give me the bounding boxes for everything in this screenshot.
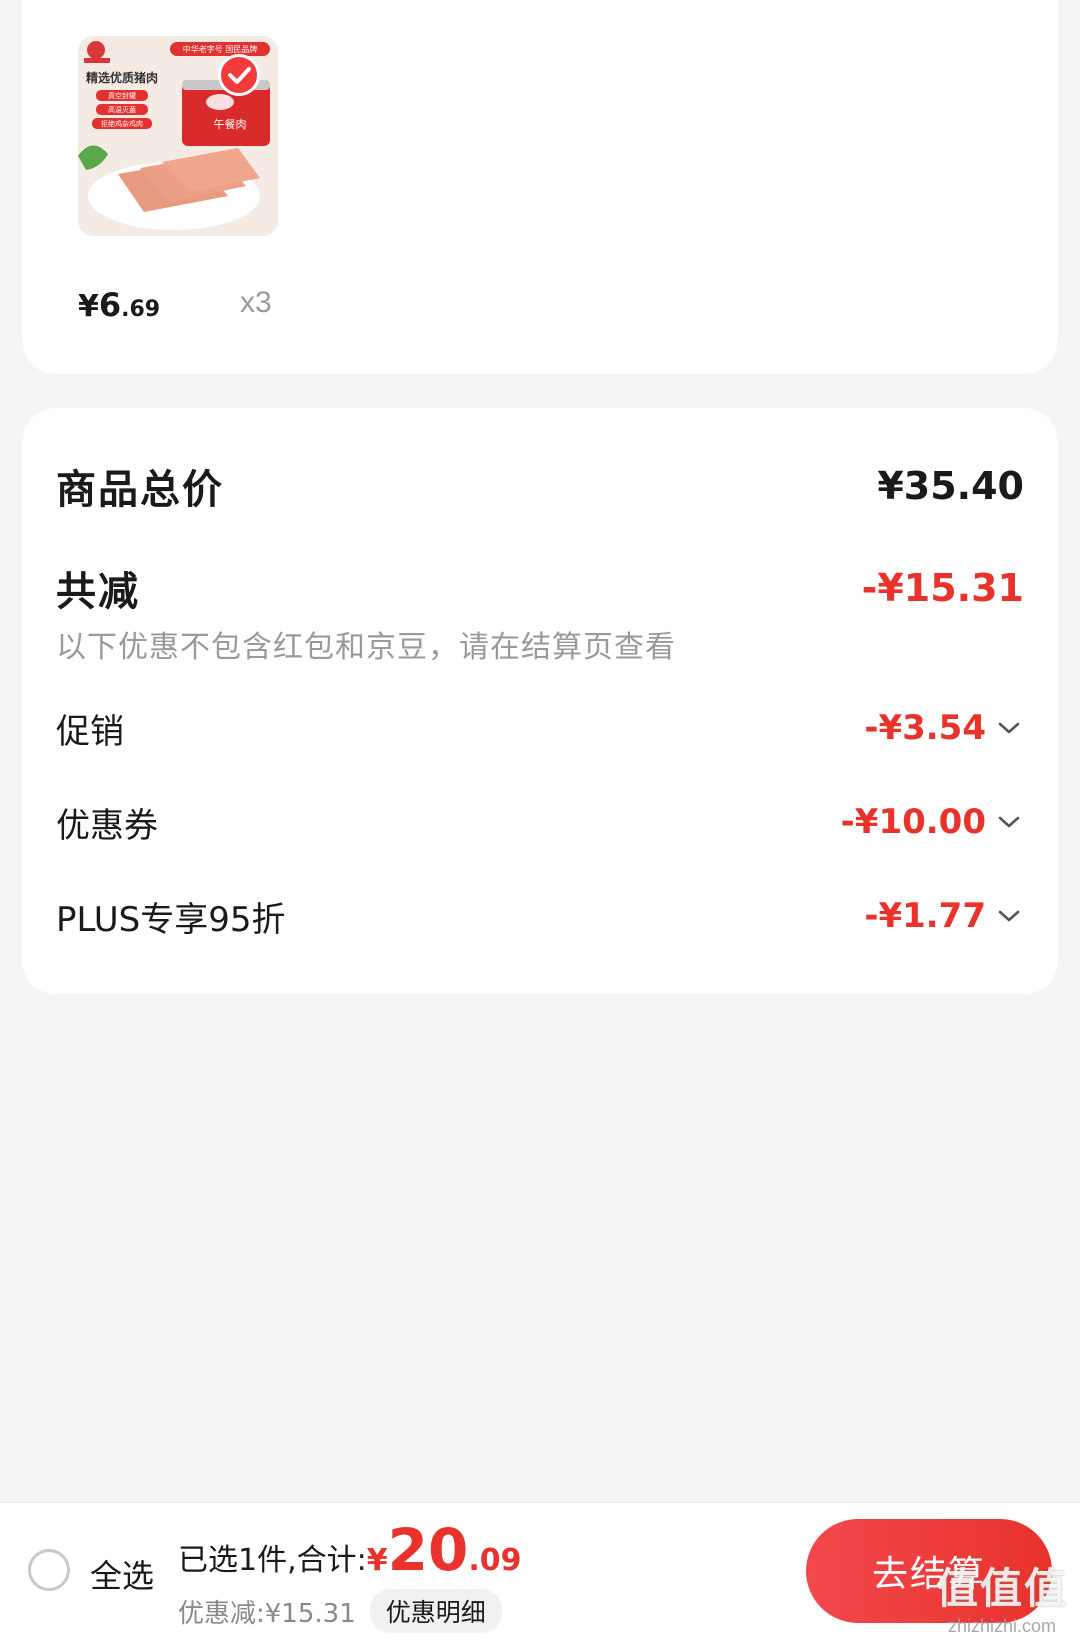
product-quantity[interactable]: x3 bbox=[240, 286, 272, 320]
discount-amount-plus: -¥1.77 bbox=[864, 896, 986, 936]
select-all-label[interactable]: 全选 bbox=[90, 1551, 154, 1597]
checkout-bar: 全选 已选1件,合计: ¥20.09 优惠减:¥15.31 优惠明细 去结算 值值… bbox=[0, 1502, 1080, 1645]
selected-count-text: 已选1件,合计: bbox=[178, 1543, 367, 1578]
discount-label-plus: PLUS专享95折 bbox=[56, 899, 286, 940]
selected-check-badge[interactable] bbox=[218, 54, 260, 96]
total-reduce-amount: -¥15.31 bbox=[861, 566, 1024, 610]
image-tag-1: 真空封罐 bbox=[108, 91, 136, 100]
discount-row-promotion[interactable]: 促销 -¥3.54 bbox=[56, 700, 1024, 756]
product-image[interactable]: 中华老字号 国民品牌 精选优质猪肉 真空封罐 高温灭菌 拒绝鸡杂鸡肉 午餐肉 bbox=[78, 36, 278, 236]
image-tag-3: 拒绝鸡杂鸡肉 bbox=[101, 119, 143, 128]
selected-total-summary: 已选1件,合计: ¥20.09 bbox=[178, 1521, 521, 1579]
product-price-integer: 6 bbox=[98, 286, 122, 324]
total-price-amount: ¥35.40 bbox=[877, 464, 1024, 508]
discount-summary-text: 优惠减:¥15.31 bbox=[178, 1598, 356, 1629]
select-all-radio[interactable] bbox=[28, 1549, 70, 1591]
watermark-sub: zhizhizhi.com bbox=[947, 1616, 1057, 1636]
discount-value-coupon[interactable]: -¥10.00 bbox=[841, 802, 1024, 842]
discount-label-promotion: 促销 bbox=[56, 711, 124, 752]
total-currency: ¥ bbox=[366, 1543, 388, 1578]
discount-row-coupon[interactable]: 优惠券 -¥10.00 bbox=[56, 794, 1024, 850]
discount-value-promotion[interactable]: -¥3.54 bbox=[864, 708, 1024, 748]
discount-detail-button[interactable]: 优惠明细 bbox=[369, 1589, 502, 1633]
image-banner-text: 中华老字号 国民品牌 bbox=[183, 44, 258, 54]
image-headline-text: 精选优质猪肉 bbox=[86, 70, 158, 85]
chevron-down-icon[interactable] bbox=[994, 812, 1024, 832]
discount-summary-line: 优惠减:¥15.31 优惠明细 bbox=[178, 1589, 502, 1633]
watermark-main: 值值值 bbox=[935, 1564, 1068, 1613]
total-price-row: 商品总价 ¥35.40 bbox=[56, 456, 1024, 516]
product-price: ¥6.69 bbox=[78, 286, 160, 324]
discount-amount-coupon: -¥10.00 bbox=[840, 802, 986, 842]
total-integer: 20 bbox=[387, 1516, 469, 1584]
total-reduce-row: 共减 -¥15.31 bbox=[56, 558, 1024, 618]
reduce-note: 以下优惠不包含红包和京豆，请在结算页查看 bbox=[56, 630, 676, 665]
image-can-label: 午餐肉 bbox=[214, 117, 247, 131]
total-price-label: 商品总价 bbox=[56, 467, 224, 513]
image-tag-2: 高温灭菌 bbox=[108, 105, 136, 114]
discount-value-plus[interactable]: -¥1.77 bbox=[864, 896, 1024, 936]
chevron-down-icon[interactable] bbox=[994, 718, 1024, 738]
discount-amount-promotion: -¥3.54 bbox=[864, 708, 986, 748]
watermark: 值值值 zhizhizhi.com bbox=[936, 1555, 1068, 1637]
check-icon bbox=[228, 67, 251, 84]
discount-label-coupon: 优惠券 bbox=[56, 805, 158, 846]
product-price-currency: ¥ bbox=[78, 289, 99, 324]
total-reduce-label: 共减 bbox=[56, 569, 140, 615]
total-decimal: .09 bbox=[468, 1543, 522, 1578]
discount-row-plus[interactable]: PLUS专享95折 -¥1.77 bbox=[56, 888, 1024, 944]
product-price-decimal: .69 bbox=[121, 297, 161, 322]
chevron-down-icon[interactable] bbox=[994, 906, 1024, 926]
price-summary-card: 商品总价 ¥35.40 共减 -¥15.31 以下优惠不包含红包和京豆，请在结算… bbox=[22, 408, 1058, 994]
product-card: 中华老字号 国民品牌 精选优质猪肉 真空封罐 高温灭菌 拒绝鸡杂鸡肉 午餐肉 ¥… bbox=[22, 0, 1058, 374]
